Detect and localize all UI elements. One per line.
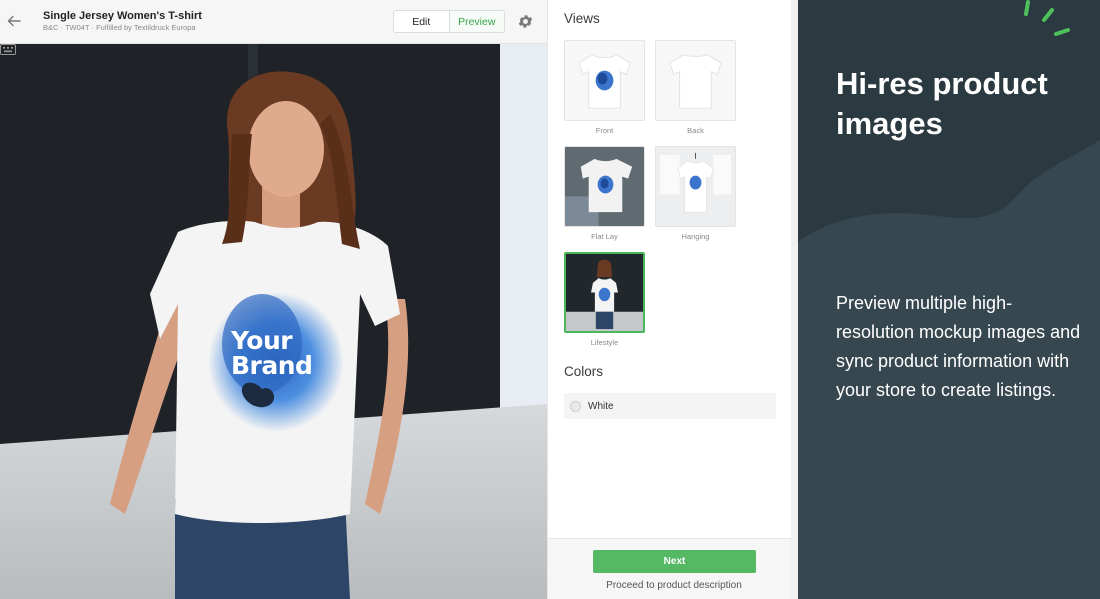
hanging-image	[656, 147, 735, 226]
view-thumb-back[interactable]	[655, 40, 736, 121]
views-title: Views	[564, 11, 600, 26]
tshirt-back-icon	[656, 41, 735, 120]
product-title: Single Jersey Women's T-shirt	[43, 10, 202, 22]
brand-line-1: Your	[231, 326, 293, 355]
view-label-back: Back	[687, 126, 704, 135]
scrollbar-track[interactable]	[791, 0, 798, 599]
keyboard-icon[interactable]	[0, 44, 16, 55]
edit-button[interactable]: Edit	[394, 11, 449, 32]
product-subtitle: B&C · TW04T · Fulfilled by Textildruck E…	[43, 23, 196, 32]
gear-icon[interactable]	[517, 13, 534, 30]
view-label-flat-lay: Flat Lay	[591, 232, 618, 241]
color-name: White	[588, 400, 614, 412]
mockup-preview-image: Your Brand	[0, 44, 547, 599]
view-thumb-front[interactable]	[564, 40, 645, 121]
color-option-white[interactable]: White	[564, 393, 776, 419]
view-label-front: Front	[595, 126, 614, 135]
panel-footer: Next Proceed to product description	[548, 538, 792, 599]
view-thumb-lifestyle[interactable]	[564, 252, 645, 333]
view-label-lifestyle: Lifestyle	[590, 338, 619, 347]
view-label-hanging: Hanging	[681, 232, 710, 241]
tshirt-front-icon	[565, 41, 644, 120]
brand-line-2: Brand	[231, 351, 313, 380]
color-swatch	[570, 400, 581, 412]
preview-options-panel: Views Front Back Flat Lay Hanging Lifest…	[547, 0, 792, 599]
lifestyle-photo	[0, 44, 547, 599]
view-thumb-flat-lay[interactable]	[564, 146, 645, 227]
next-hint-text: Proceed to product description	[606, 580, 742, 591]
preview-button[interactable]: Preview	[448, 11, 504, 32]
lifestyle-image	[566, 254, 643, 331]
promo-heading: Hi-res product images	[836, 66, 1048, 141]
promo-description: Preview multiple high-resolution mockup …	[836, 293, 1081, 400]
back-arrow-icon[interactable]	[5, 12, 23, 30]
brand-print-text: Your Brand	[231, 328, 341, 378]
mode-toggle: Edit Preview	[393, 10, 505, 33]
product-header: Single Jersey Women's T-shirt B&C · TW04…	[0, 0, 547, 44]
colors-title: Colors	[564, 364, 604, 379]
flat-lay-image	[565, 147, 644, 226]
promo-section: Hi-res product images Preview multiple h…	[798, 0, 1100, 599]
next-button[interactable]: Next	[593, 550, 756, 573]
product-editor-window: Single Jersey Women's T-shirt B&C · TW04…	[0, 0, 798, 599]
view-thumb-hanging[interactable]	[655, 146, 736, 227]
